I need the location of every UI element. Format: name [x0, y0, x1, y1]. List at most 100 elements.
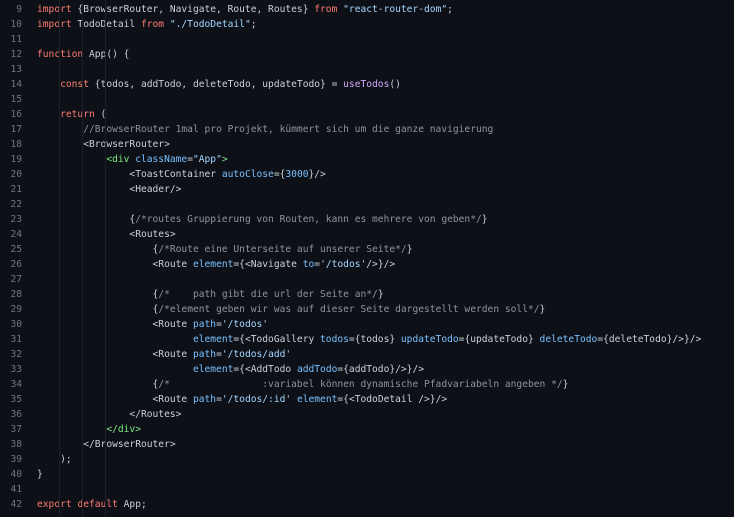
code-editor[interactable]: 9 import {BrowserRouter, Navigate, Route,… [0, 0, 734, 517]
line-number: 23 [10, 214, 22, 225]
line-number: 42 [10, 499, 22, 510]
code-token: /*Route eine Unterseite auf unserer Seit… [158, 244, 407, 255]
code-text: import {BrowserRouter, Navigate, Route, … [37, 2, 453, 17]
line-number: 35 [10, 394, 22, 405]
code-token: deleteTodo [539, 334, 598, 345]
code-line[interactable]: 10 import TodoDetail from "./TodoDetail"; [0, 17, 734, 32]
code-token: /*routes Gruppierung von Routen, kann es… [135, 214, 482, 225]
code-token: element [192, 334, 234, 345]
code-token: ={todos} [348, 334, 401, 345]
code-line[interactable]: 25 {/*Route eine Unterseite auf unserer … [0, 242, 734, 257]
code-line[interactable]: 21 <Header/> [0, 182, 734, 197]
code-line[interactable]: 11 [0, 32, 734, 47]
line-number: 26 [10, 259, 22, 270]
code-line[interactable]: 28 {/* path gibt die url der Seite an*/} [0, 287, 734, 302]
code-line[interactable]: 36 </Routes> [0, 407, 734, 422]
code-line[interactable]: 16 return ( [0, 107, 734, 122]
code-line[interactable]: 39 ); [0, 452, 734, 467]
code-line[interactable]: 27 [0, 272, 734, 287]
code-token: }/> [308, 169, 326, 180]
code-token: /* path gibt die url der Seite an*/ [158, 289, 378, 300]
code-line[interactable]: 40} [0, 467, 734, 482]
line-number: 40 [10, 469, 22, 480]
code-token: ={<Navigate [233, 259, 303, 270]
code-line[interactable]: 18 <BrowserRouter> [0, 137, 734, 152]
code-token: export [37, 499, 72, 510]
code-line[interactable]: 17 //BrowserRouter 1mal pro Projekt, küm… [0, 122, 734, 137]
code-token: App() { [83, 49, 130, 60]
code-line[interactable]: 37 </div> [0, 422, 734, 437]
code-token: <ToastContainer [129, 169, 222, 180]
code-token: ={updateTodo} [458, 334, 540, 345]
code-token: className [135, 154, 188, 165]
code-line[interactable]: 23 {/*routes Gruppierung von Routen, kan… [0, 212, 734, 227]
code-line[interactable]: 14 const {todos, addTodo, deleteTodo, up… [0, 77, 734, 92]
code-line[interactable]: 9 import {BrowserRouter, Navigate, Route,… [0, 2, 734, 17]
code-line[interactable]: 34 {/* :variabel können dynamische Pfadv… [0, 377, 734, 392]
code-line[interactable]: 32 <Route path='/todos/add' [0, 347, 734, 362]
line-number: 12 [10, 49, 22, 60]
line-number: 38 [10, 439, 22, 450]
code-token: App; [117, 499, 147, 510]
code-text: <div className="App"> [37, 152, 227, 167]
code-token: default [77, 499, 118, 510]
line-number: 30 [10, 319, 22, 330]
code-token: <div [106, 154, 130, 165]
code-token: "react-router-dom" [343, 4, 448, 15]
code-token: ={ [273, 169, 286, 180]
line-number: 33 [10, 364, 22, 375]
code-token: useTodos [343, 79, 390, 90]
code-line[interactable]: 35 <Route path='/todos/:id' element={<To… [0, 392, 734, 407]
code-text: {/* path gibt die url der Seite an*/} [37, 287, 384, 302]
code-line[interactable]: 41 [0, 482, 734, 497]
line-number: 32 [10, 349, 22, 360]
code-text: {/* :variabel können dynamische Pfadvari… [37, 377, 569, 392]
code-line[interactable]: 38 </BrowserRouter> [0, 437, 734, 452]
code-text: function App() { [37, 47, 129, 62]
line-number: 16 [10, 109, 22, 120]
line-number: 36 [10, 409, 22, 420]
code-line[interactable]: 12 function App() { [0, 47, 734, 62]
line-number: 27 [10, 274, 22, 285]
code-line[interactable]: 33 element={<AddTodo addTodo={addTodo}/>… [0, 362, 734, 377]
code-token: function [37, 49, 84, 60]
line-number: 25 [10, 244, 22, 255]
code-line[interactable]: 29 {/*element geben wir was auf dieser S… [0, 302, 734, 317]
code-token: path [192, 394, 217, 405]
code-line[interactable]: 19 <div className="App"> [0, 152, 734, 167]
code-text: element={<TodoGallery todos={todos} upda… [37, 332, 701, 347]
code-text: } [37, 467, 43, 482]
code-line[interactable]: 15 [0, 92, 734, 107]
code-line[interactable]: 30 <Route path='/todos' [0, 317, 734, 332]
code-line[interactable]: 22 [0, 197, 734, 212]
code-token: '/todos' [320, 259, 367, 270]
code-token: autoClose [221, 169, 274, 180]
code-token: ={<TodoGallery [233, 334, 321, 345]
code-line[interactable]: 20 <ToastContainer autoClose={3000}/> [0, 167, 734, 182]
code-line[interactable]: 24 <Routes> [0, 227, 734, 242]
code-line[interactable]: 13 [0, 62, 734, 77]
code-line[interactable]: 26 <Route element={<Navigate to='/todos'… [0, 257, 734, 272]
code-token: /* :variabel können dynamische Pfadvaria… [158, 379, 563, 390]
line-number: 41 [10, 484, 22, 495]
code-token: {BrowserRouter, Navigate, Route, Routes} [71, 4, 315, 15]
code-token: "App" [192, 154, 222, 165]
code-line[interactable]: 42 export default App; [0, 497, 734, 512]
code-token: import [37, 19, 72, 30]
code-token: () [389, 79, 401, 90]
code-line[interactable]: 31 element={<TodoGallery todos={todos} u… [0, 332, 734, 347]
